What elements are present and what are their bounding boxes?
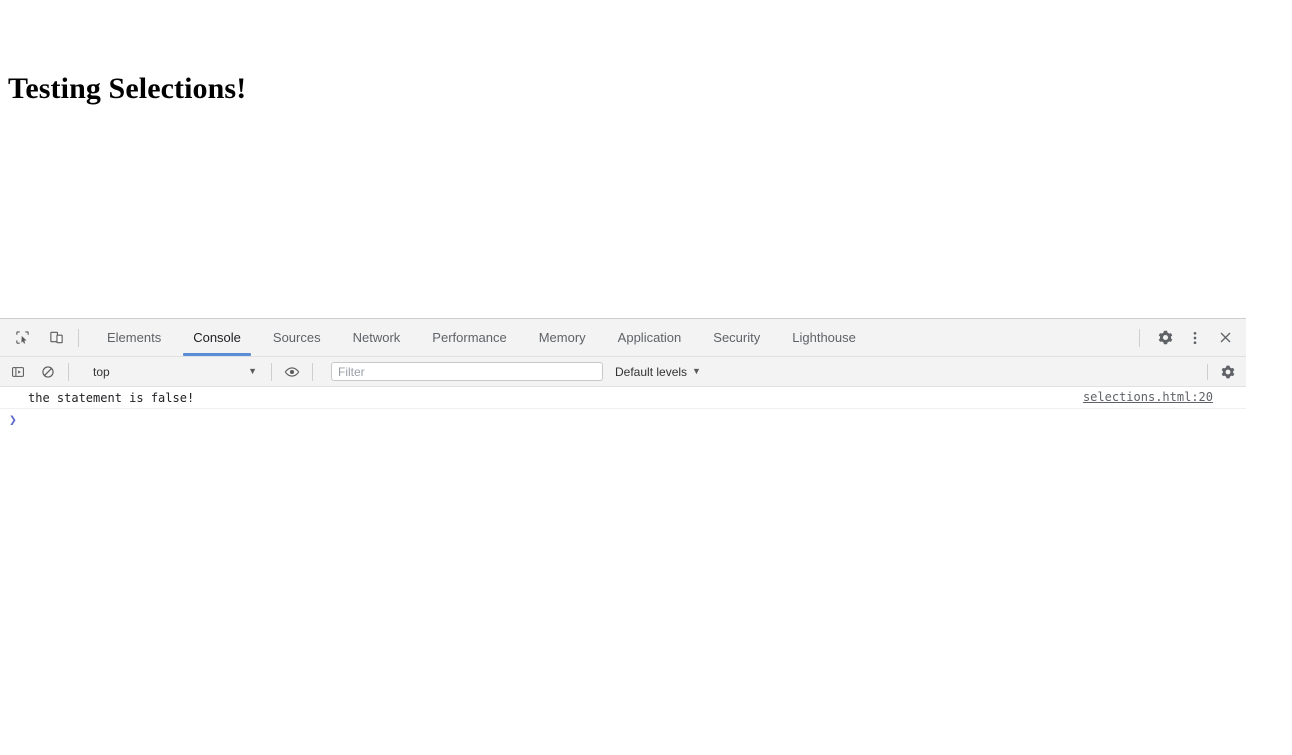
tab-label: Console [193, 330, 241, 345]
devtools-tabbar: Elements Console Sources Network Perform… [0, 319, 1246, 357]
eye-icon[interactable] [280, 361, 304, 383]
tab-memory[interactable]: Memory [523, 319, 602, 356]
page-title: Testing Selections! [8, 72, 247, 105]
console-prompt-row[interactable]: ❯ [0, 409, 1246, 431]
toolbar-divider [78, 328, 79, 347]
chevron-down-icon: ▼ [692, 366, 701, 376]
gear-icon[interactable] [1150, 324, 1180, 352]
web-page-content: Testing Selections! [0, 0, 1292, 318]
filter-input[interactable] [331, 362, 603, 381]
filterbar-divider [312, 362, 313, 381]
chevron-down-icon: ▼ [248, 366, 257, 376]
inspect-element-icon[interactable] [8, 324, 36, 352]
console-output[interactable]: the statement is false! selections.html:… [0, 387, 1246, 754]
filterbar-divider [271, 362, 272, 381]
tab-label: Sources [272, 330, 321, 345]
close-icon[interactable] [1210, 324, 1240, 352]
prompt-arrow-icon: ❯ [9, 412, 17, 428]
tab-network[interactable]: Network [337, 319, 417, 356]
log-levels-label: Default levels [615, 364, 688, 379]
devtools-tabbar-actions [1137, 319, 1246, 356]
console-message-source-link[interactable]: selections.html:20 [1083, 390, 1213, 404]
tab-label: Security [713, 330, 761, 345]
tab-lighthouse[interactable]: Lighthouse [776, 319, 872, 356]
devtools-panel: Elements Console Sources Network Perform… [0, 318, 1246, 755]
context-label: top [93, 364, 110, 379]
gear-icon[interactable] [1214, 361, 1242, 383]
filterbar-divider [68, 362, 69, 381]
log-levels-select[interactable]: Default levels ▼ [615, 365, 701, 379]
javascript-context-select[interactable]: top ▼ [85, 361, 263, 383]
tab-performance[interactable]: Performance [416, 319, 522, 356]
devtools-tab-list: Elements Console Sources Network Perform… [91, 319, 872, 356]
clear-console-icon[interactable] [36, 361, 60, 383]
kebab-menu-icon[interactable] [1180, 324, 1210, 352]
tab-label: Network [352, 330, 401, 345]
console-settings-area [1201, 357, 1246, 386]
toolbar-divider [1139, 328, 1140, 347]
console-message-row[interactable]: the statement is false! selections.html:… [0, 387, 1246, 409]
console-message-text: the statement is false! [28, 390, 195, 405]
tab-label: Application [617, 330, 682, 345]
tab-label: Elements [107, 330, 162, 345]
console-sidebar-icon[interactable] [6, 361, 30, 383]
tab-sources[interactable]: Sources [257, 319, 337, 356]
tab-console[interactable]: Console [177, 319, 257, 356]
tab-label: Performance [432, 330, 507, 345]
filterbar-divider [1207, 363, 1208, 380]
tab-security[interactable]: Security [697, 319, 776, 356]
console-prompt-input[interactable] [22, 410, 1246, 430]
device-toolbar-icon[interactable] [42, 324, 70, 352]
tab-elements[interactable]: Elements [91, 319, 177, 356]
tab-label: Memory [538, 330, 586, 345]
tab-label: Lighthouse [792, 330, 856, 345]
console-filter-bar: top ▼ Default levels ▼ [0, 357, 1246, 387]
tab-application[interactable]: Application [602, 319, 698, 356]
